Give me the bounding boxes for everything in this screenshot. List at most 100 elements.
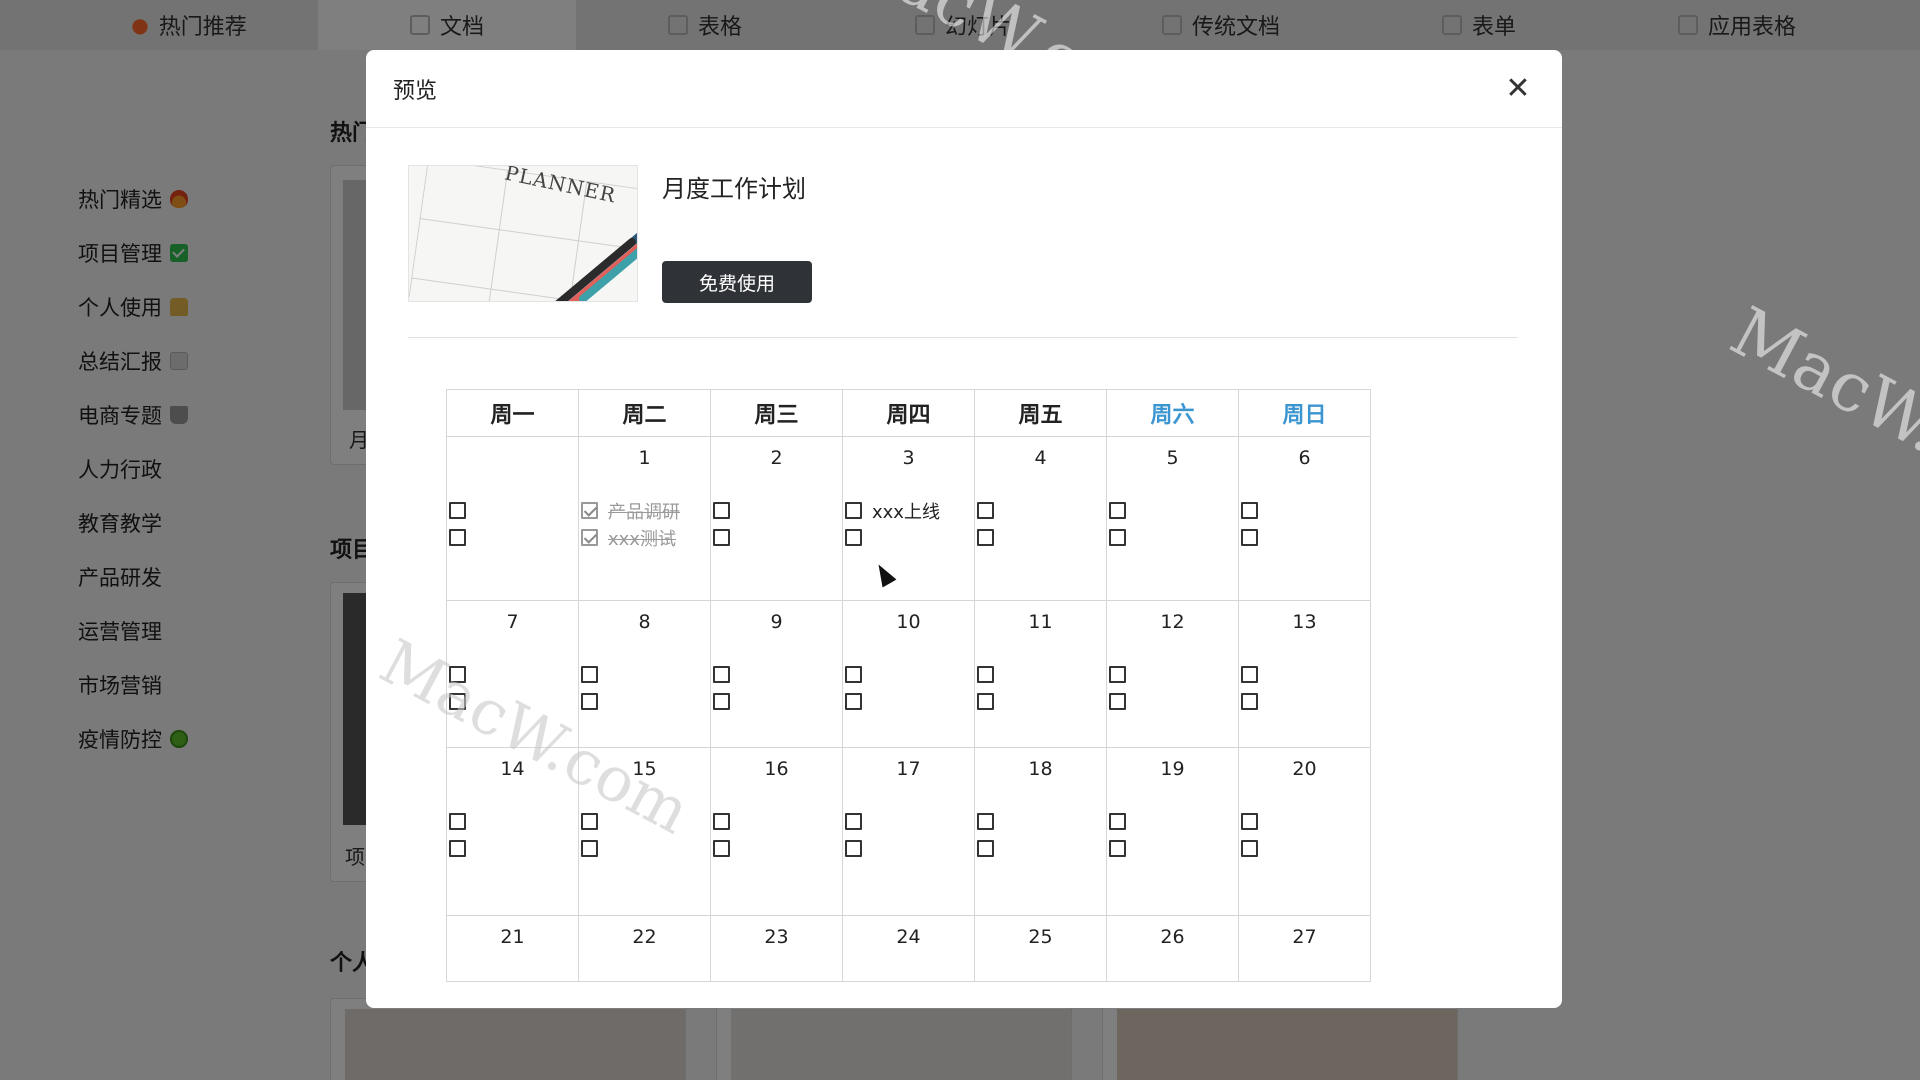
task-checkbox[interactable] bbox=[713, 813, 730, 830]
task-item bbox=[713, 688, 842, 715]
task-item bbox=[449, 808, 578, 835]
task-checkbox[interactable] bbox=[1109, 502, 1126, 519]
modal-header: 预览 ✕ bbox=[366, 50, 1562, 128]
task-checkbox[interactable] bbox=[977, 813, 994, 830]
task-checkbox[interactable] bbox=[977, 840, 994, 857]
day-number: 25 bbox=[1028, 926, 1053, 948]
task-checkbox[interactable] bbox=[1109, 693, 1126, 710]
task-checkbox[interactable] bbox=[581, 693, 598, 710]
day-number bbox=[447, 447, 578, 471]
task-checkbox[interactable] bbox=[1109, 666, 1126, 683]
calendar-day-cell: 23 bbox=[710, 915, 843, 982]
task-item bbox=[1241, 524, 1370, 551]
task-checkbox[interactable] bbox=[845, 840, 862, 857]
task-checkbox[interactable] bbox=[1109, 529, 1126, 546]
calendar-day-cell: 9 bbox=[710, 600, 843, 748]
calendar-day-cell bbox=[446, 436, 579, 601]
task-checkbox[interactable] bbox=[581, 502, 598, 519]
calendar-day-cell: 25 bbox=[974, 915, 1107, 982]
task-item bbox=[1109, 661, 1238, 688]
calendar-day-cell: 27 bbox=[1238, 915, 1371, 982]
task-item bbox=[1241, 688, 1370, 715]
task-checkbox[interactable] bbox=[713, 502, 730, 519]
task-checkbox[interactable] bbox=[581, 666, 598, 683]
task-checkbox[interactable] bbox=[1241, 693, 1258, 710]
task-checkbox[interactable] bbox=[581, 840, 598, 857]
day-number: 26 bbox=[1160, 926, 1185, 948]
calendar-day-cell: 11 bbox=[974, 600, 1107, 748]
task-checkbox[interactable] bbox=[581, 813, 598, 830]
close-icon[interactable]: ✕ bbox=[1501, 71, 1535, 106]
day-number: 2 bbox=[770, 447, 783, 469]
task-checkbox[interactable] bbox=[845, 502, 862, 519]
task-checkbox[interactable] bbox=[977, 529, 994, 546]
calendar-day-cell: 16 bbox=[710, 747, 843, 916]
task-label[interactable]: xxx测试 bbox=[608, 525, 676, 551]
day-number: 27 bbox=[1292, 926, 1317, 948]
day-number: 23 bbox=[764, 926, 789, 948]
task-item bbox=[977, 688, 1106, 715]
task-checkbox[interactable] bbox=[449, 529, 466, 546]
task-checkbox[interactable] bbox=[1241, 529, 1258, 546]
task-checkbox[interactable] bbox=[1241, 840, 1258, 857]
calendar-day-cell: 6 bbox=[1238, 436, 1371, 601]
use-free-button[interactable]: 免费使用 bbox=[662, 261, 812, 303]
calendar-day-cell: 5 bbox=[1106, 436, 1239, 601]
calendar-day-cell: 8 bbox=[578, 600, 711, 748]
task-checkbox[interactable] bbox=[713, 693, 730, 710]
calendar-day-cell: 13 bbox=[1238, 600, 1371, 748]
task-item bbox=[977, 808, 1106, 835]
task-item bbox=[581, 688, 710, 715]
task-checkbox[interactable] bbox=[713, 529, 730, 546]
task-item bbox=[845, 808, 974, 835]
task-item bbox=[713, 808, 842, 835]
task-checkbox[interactable] bbox=[977, 693, 994, 710]
task-checkbox[interactable] bbox=[581, 529, 598, 546]
day-number: 6 bbox=[1298, 447, 1311, 469]
weekday-header: 周二 bbox=[578, 389, 711, 437]
day-number: 3 bbox=[902, 447, 915, 469]
template-info: PLANNER 月度工作计划 免费使用 bbox=[408, 165, 1518, 303]
calendar-day-cell: 26 bbox=[1106, 915, 1239, 982]
task-checkbox[interactable] bbox=[449, 840, 466, 857]
task-item bbox=[581, 661, 710, 688]
task-label[interactable]: xxx上线 bbox=[872, 498, 940, 524]
calendar-day-cell: 18 bbox=[974, 747, 1107, 916]
weekday-header: 周一 bbox=[446, 389, 579, 437]
task-checkbox[interactable] bbox=[1241, 813, 1258, 830]
task-checkbox[interactable] bbox=[713, 666, 730, 683]
task-checkbox[interactable] bbox=[1241, 502, 1258, 519]
day-number: 24 bbox=[896, 926, 921, 948]
task-checkbox[interactable] bbox=[977, 502, 994, 519]
task-item bbox=[1109, 808, 1238, 835]
task-checkbox[interactable] bbox=[977, 666, 994, 683]
task-checkbox[interactable] bbox=[845, 666, 862, 683]
calendar-day-cell: 24 bbox=[842, 915, 975, 982]
task-label[interactable]: 产品调研 bbox=[608, 498, 680, 524]
task-checkbox[interactable] bbox=[1241, 666, 1258, 683]
task-item bbox=[845, 688, 974, 715]
task-item bbox=[1109, 688, 1238, 715]
task-item: 产品调研 bbox=[581, 497, 710, 524]
day-number: 21 bbox=[500, 926, 525, 948]
day-number: 18 bbox=[1028, 758, 1053, 780]
day-number: 8 bbox=[638, 611, 651, 633]
task-item bbox=[713, 524, 842, 551]
day-number: 20 bbox=[1292, 758, 1317, 780]
task-item bbox=[713, 835, 842, 862]
calendar-day-cell: 2 bbox=[710, 436, 843, 601]
weekday-header: 周五 bbox=[974, 389, 1107, 437]
task-checkbox[interactable] bbox=[845, 529, 862, 546]
task-item bbox=[1109, 524, 1238, 551]
task-checkbox[interactable] bbox=[449, 813, 466, 830]
day-number: 22 bbox=[632, 926, 657, 948]
task-checkbox[interactable] bbox=[845, 813, 862, 830]
task-checkbox[interactable] bbox=[845, 693, 862, 710]
task-item: xxx上线 bbox=[845, 497, 974, 524]
task-checkbox[interactable] bbox=[1109, 813, 1126, 830]
task-checkbox[interactable] bbox=[713, 840, 730, 857]
task-checkbox[interactable] bbox=[449, 502, 466, 519]
task-item bbox=[977, 524, 1106, 551]
task-checkbox[interactable] bbox=[1109, 840, 1126, 857]
weekday-header: 周六 bbox=[1106, 389, 1239, 437]
